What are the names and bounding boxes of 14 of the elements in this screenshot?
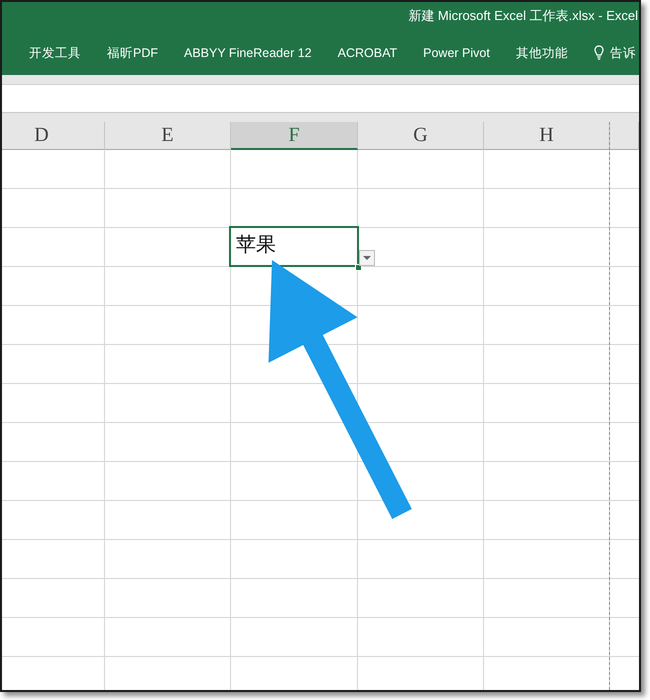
dropdown-button[interactable] — [359, 250, 375, 266]
column-header[interactable]: G — [358, 122, 484, 150]
column-header[interactable]: F — [231, 122, 358, 150]
lightbulb-icon — [594, 45, 604, 60]
ribbon-tab[interactable]: ACROBAT — [338, 44, 398, 62]
ribbon-tab[interactable]: 开发工具 — [29, 44, 81, 62]
ribbon-tab[interactable]: 福昕PDF — [107, 44, 158, 62]
ribbon-tab[interactable]: Power Pivot — [423, 44, 490, 62]
ribbon-tab[interactable]: 其他功能 — [516, 44, 568, 62]
selected-cell[interactable]: 苹果 — [229, 226, 359, 267]
column-header[interactable]: D — [2, 122, 105, 150]
ribbon-tab[interactable]: ABBYY FineReader 12 — [184, 44, 312, 62]
tell-me-button[interactable]: 告诉 — [594, 44, 636, 62]
window-title: 新建 Microsoft Excel 工作表.xlsx - Excel — [408, 8, 638, 24]
